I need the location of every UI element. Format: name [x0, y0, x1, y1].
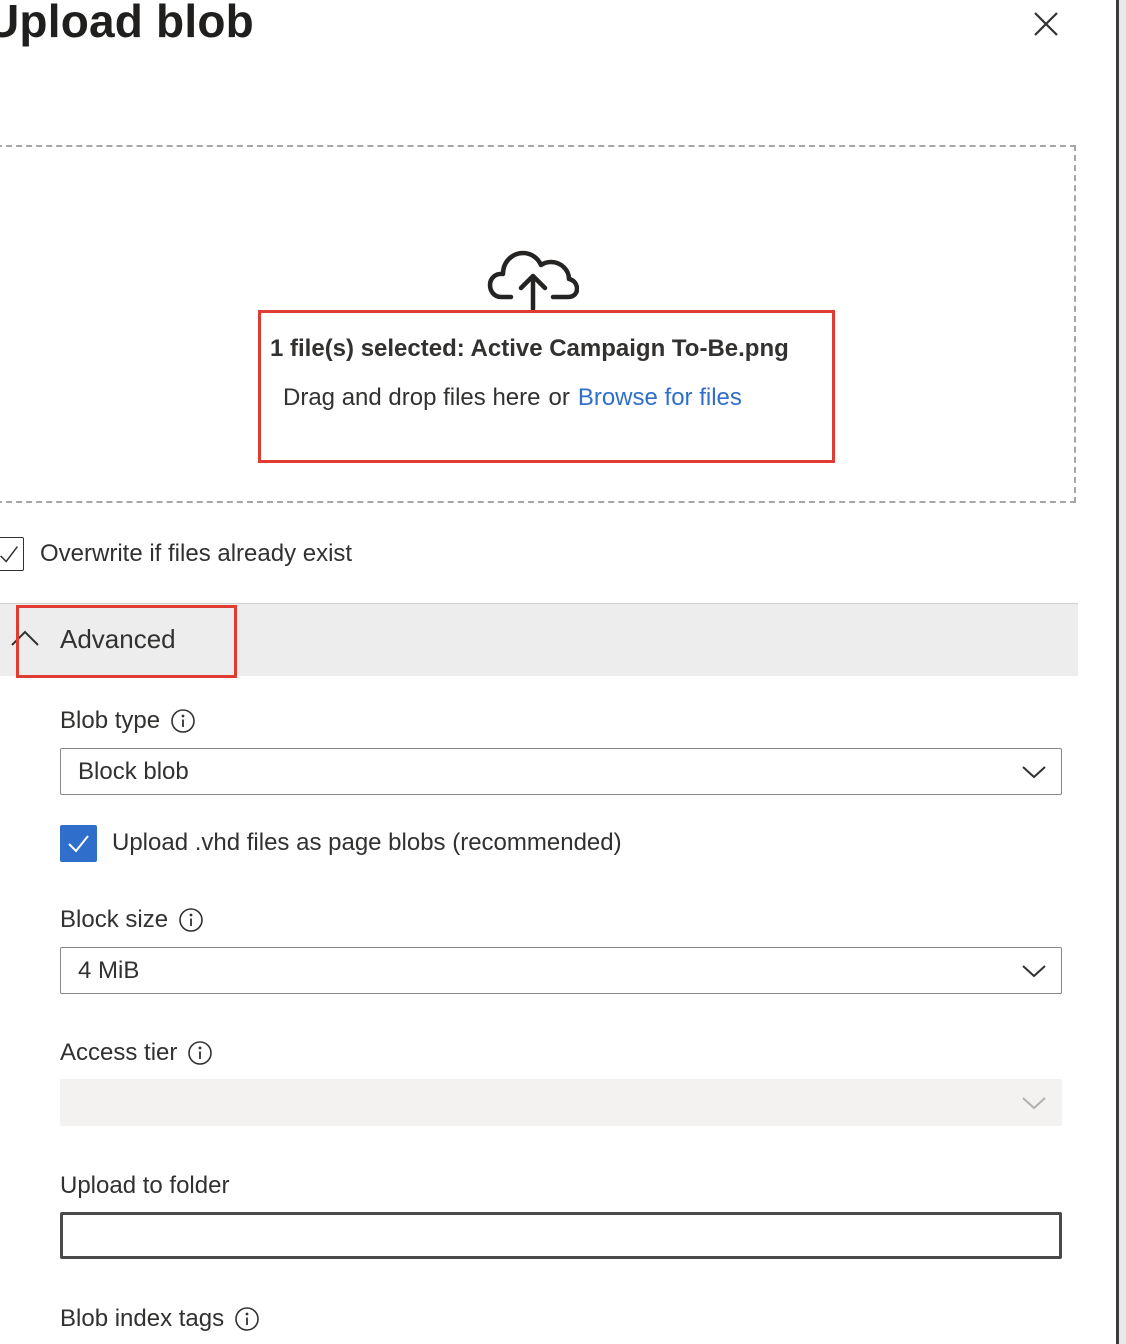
block-size-label-text: Block size: [60, 906, 169, 933]
chevron-down-icon: [1022, 766, 1046, 779]
advanced-highlight: [16, 605, 237, 678]
overwrite-checkbox[interactable]: [0, 537, 24, 571]
blob-index-tags-label-text: Blob index tags: [60, 1305, 225, 1332]
blob-type-label-text: Blob type: [60, 707, 161, 734]
info-icon[interactable]: [234, 1306, 260, 1332]
upload-blob-panel: Upload blob 1 file(s) selected: Active C…: [0, 0, 1126, 1344]
access-tier-label-text: Access tier: [60, 1039, 178, 1066]
blob-index-tags-label: Blob index tags: [60, 1305, 260, 1333]
checkmark-icon: [0, 546, 18, 563]
upload-folder-label-text: Upload to folder: [60, 1172, 230, 1199]
panel-title: Upload blob: [0, 0, 254, 47]
file-selection-highlight: [258, 310, 835, 463]
chevron-down-icon: [1022, 1097, 1046, 1110]
cloud-upload-icon: [487, 250, 579, 311]
upload-folder-input[interactable]: [60, 1212, 1062, 1259]
blob-type-value: Block blob: [78, 758, 189, 785]
access-tier-dropdown: [60, 1079, 1062, 1126]
blob-type-label: Blob type: [60, 707, 196, 735]
info-icon[interactable]: [178, 907, 204, 933]
vhd-page-blobs-label: Upload .vhd files as page blobs (recomme…: [112, 829, 622, 856]
block-size-value: 4 MiB: [78, 957, 140, 984]
overwrite-label: Overwrite if files already exist: [40, 540, 353, 567]
close-icon[interactable]: [1026, 4, 1066, 44]
info-icon[interactable]: [170, 708, 196, 734]
checkmark-icon: [68, 835, 89, 853]
block-size-dropdown[interactable]: 4 MiB: [60, 947, 1062, 994]
panel-edge-scrollbar: [1116, 0, 1126, 1344]
blob-type-dropdown[interactable]: Block blob: [60, 748, 1062, 795]
block-size-label: Block size: [60, 906, 204, 934]
chevron-down-icon: [1022, 965, 1046, 978]
access-tier-label: Access tier: [60, 1039, 213, 1067]
vhd-page-blobs-checkbox[interactable]: [60, 825, 97, 862]
info-icon[interactable]: [187, 1040, 213, 1066]
upload-folder-label: Upload to folder: [60, 1172, 229, 1200]
